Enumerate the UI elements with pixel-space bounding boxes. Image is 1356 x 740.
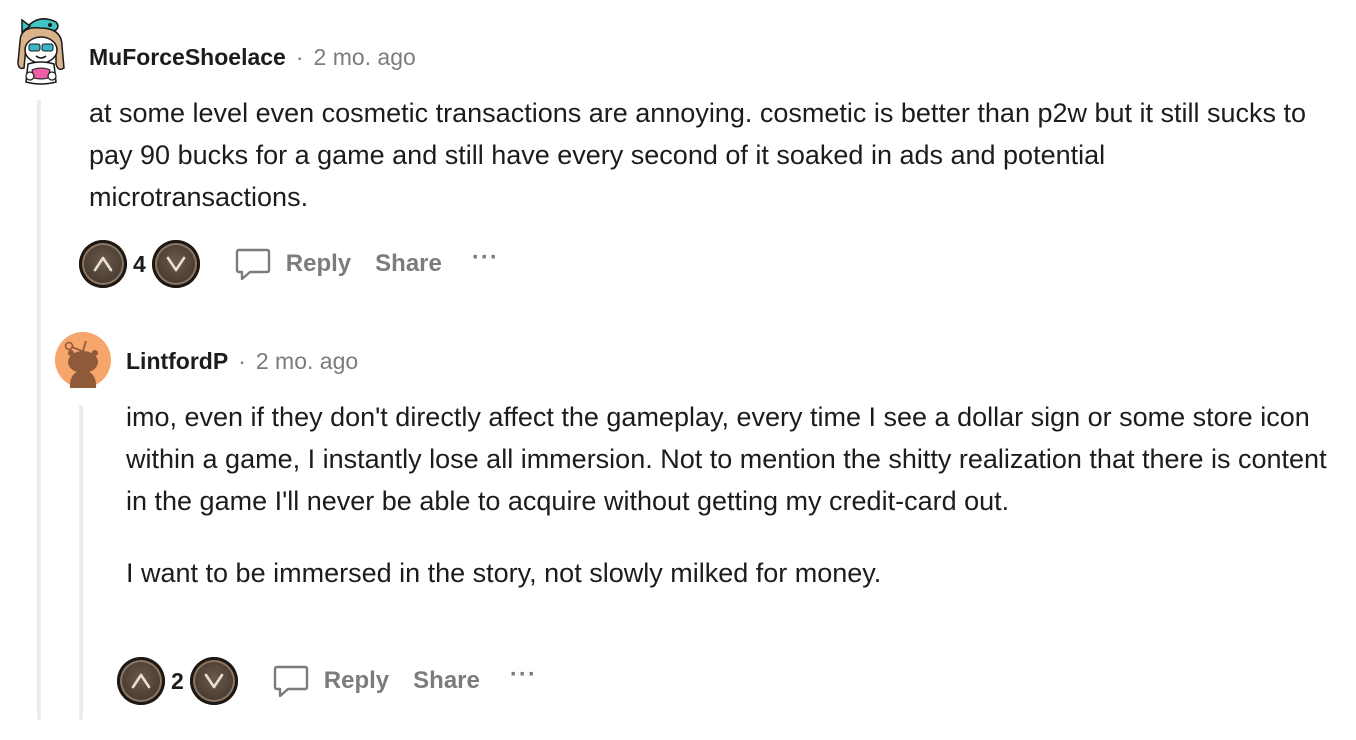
snoo-avatar-icon <box>17 18 65 85</box>
reply-label: Reply <box>285 250 352 277</box>
downvote-icon <box>204 673 224 689</box>
share-button[interactable]: Share <box>375 250 442 278</box>
username[interactable]: MuForceShoelace <box>89 44 286 71</box>
downvote-button[interactable] <box>189 657 238 705</box>
comment-body: at some level even cosmetic transactions… <box>89 92 1329 218</box>
upvote-button[interactable] <box>117 657 165 705</box>
avatar[interactable] <box>10 12 70 88</box>
avatar[interactable] <box>55 332 111 388</box>
default-snoo-avatar-icon <box>55 332 111 388</box>
share-button[interactable]: Share <box>413 667 480 695</box>
upvote-button[interactable] <box>79 240 127 288</box>
reply-button[interactable]: Reply <box>234 245 351 283</box>
reply-label: Reply <box>323 667 390 694</box>
comment-paragraph: imo, even if they don't directly affect … <box>126 402 1327 516</box>
separator-dot: · <box>238 348 246 374</box>
comment-bubble-icon <box>273 665 308 698</box>
comment-meta: MuForceShoelace · 2 mo. ago <box>89 44 416 71</box>
comment-paragraph: at some level even cosmetic transactions… <box>89 98 1307 212</box>
reply-button[interactable]: Reply <box>272 662 389 700</box>
thread-line-2[interactable] <box>79 405 83 720</box>
timestamp[interactable]: 2 mo. ago <box>256 348 358 375</box>
more-options-button[interactable]: ··· <box>472 244 499 272</box>
upvote-icon <box>131 673 151 689</box>
comment-paragraph: I want to be immersed in the story, not … <box>126 558 882 588</box>
timestamp[interactable]: 2 mo. ago <box>314 44 416 71</box>
vote-count: 4 <box>133 250 146 277</box>
thread-line-1[interactable] <box>37 100 41 720</box>
comment-body: imo, even if they don't directly affect … <box>126 396 1341 594</box>
downvote-button[interactable] <box>151 240 200 288</box>
more-options-button[interactable]: ··· <box>510 661 537 689</box>
vote-count: 2 <box>171 667 184 694</box>
comment-actions: 2 Reply Share ··· <box>117 656 537 706</box>
comment-meta: LintfordP · 2 mo. ago <box>126 348 358 375</box>
downvote-icon <box>166 256 186 272</box>
separator-dot: · <box>295 44 304 70</box>
upvote-icon <box>93 256 113 272</box>
comment-actions: 4 Reply Share ··· <box>79 239 499 289</box>
username[interactable]: LintfordP <box>126 348 228 375</box>
comment-bubble-icon <box>235 248 270 281</box>
